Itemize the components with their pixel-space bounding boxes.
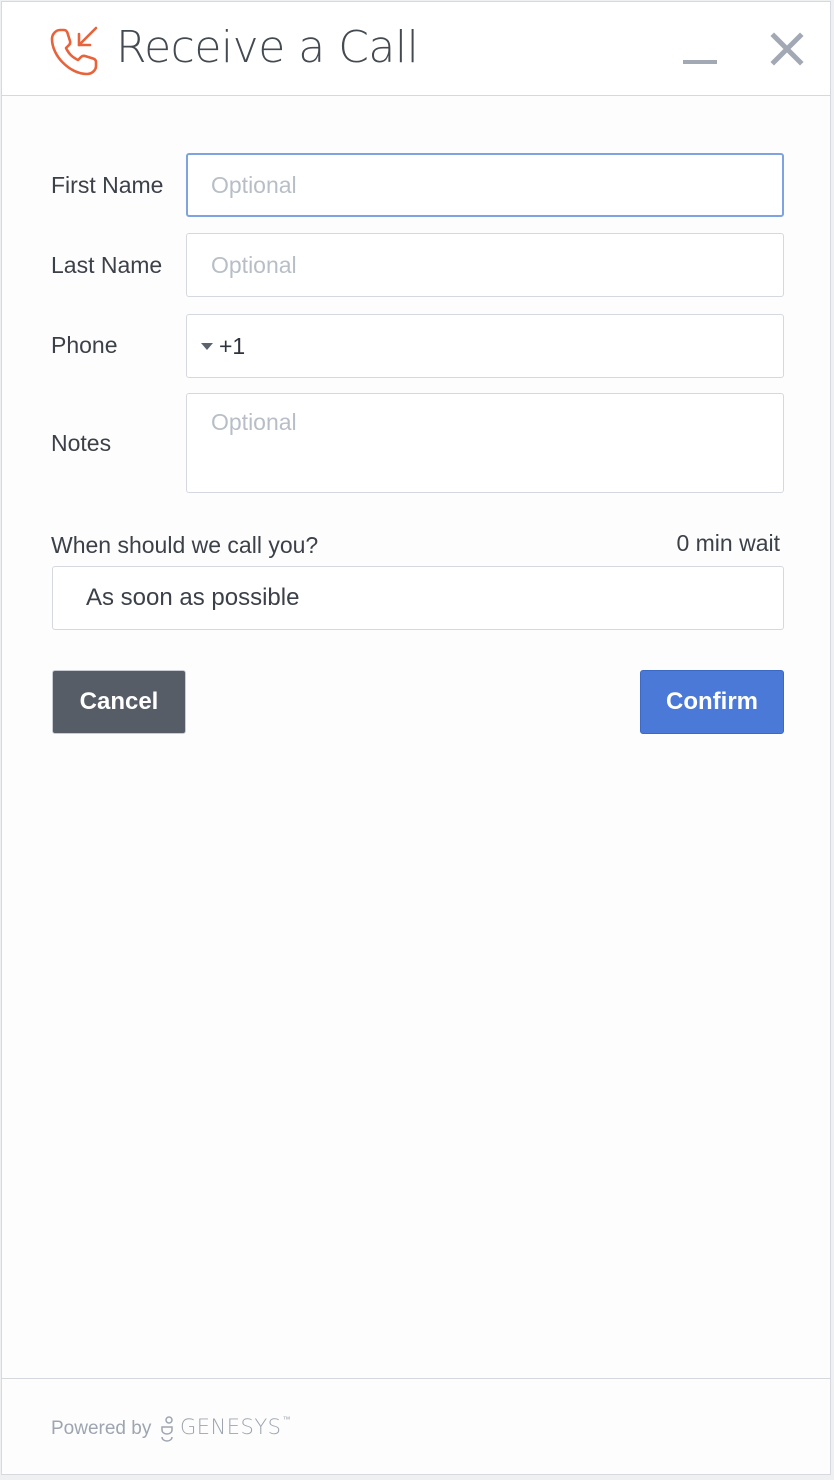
wait-time: 0 min wait — [676, 530, 780, 556]
cancel-button[interactable]: Cancel — [52, 670, 186, 734]
minimize-button[interactable] — [674, 30, 726, 74]
notes-textarea[interactable] — [186, 393, 784, 493]
schedule-selected-value: As soon as possible — [86, 584, 300, 611]
first-name-label: First Name — [51, 172, 164, 198]
phone-input[interactable] — [219, 315, 759, 377]
phone-field — [186, 314, 784, 378]
trademark-mark: ™ — [282, 1415, 292, 1424]
first-name-input[interactable] — [186, 153, 784, 217]
last-name-input[interactable] — [186, 233, 784, 297]
genesys-brand-text: GENESYS — [180, 1415, 282, 1439]
incoming-call-icon — [50, 26, 98, 76]
close-icon — [770, 32, 804, 66]
minimize-icon — [683, 60, 717, 64]
receive-call-window: Receive a Call First Name Last Name Phon… — [1, 1, 831, 1475]
phone-label: Phone — [51, 332, 118, 358]
powered-by-text: Powered by — [51, 1418, 152, 1439]
title-bar: Receive a Call — [2, 2, 830, 96]
last-name-label: Last Name — [51, 252, 163, 278]
close-button[interactable] — [762, 26, 814, 74]
schedule-select[interactable]: As soon as possible — [52, 566, 784, 630]
schedule-question: When should we call you? — [51, 532, 319, 558]
confirm-button[interactable]: Confirm — [640, 670, 784, 734]
caret-down-icon[interactable] — [201, 343, 213, 350]
genesys-logo-icon — [161, 1416, 173, 1442]
footer: Powered by GENESYS™ — [2, 1378, 830, 1474]
notes-label: Notes — [51, 430, 112, 456]
genesys-brand: GENESYS™ — [180, 1415, 291, 1439]
window-title: Receive a Call — [116, 22, 419, 73]
